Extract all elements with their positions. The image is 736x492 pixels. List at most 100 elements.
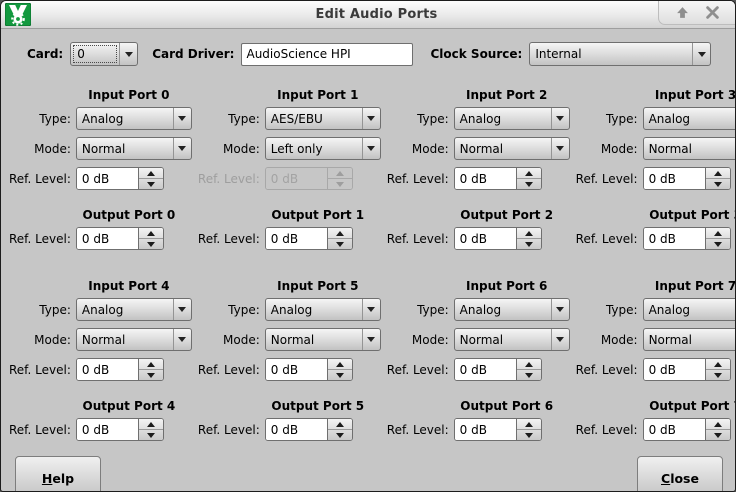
spin-down-icon[interactable] bbox=[328, 370, 352, 380]
type-value: AES/EBU bbox=[266, 108, 362, 129]
ref-level-spinbox[interactable]: 0 dB bbox=[76, 167, 164, 190]
mode-dropdown[interactable]: Left only bbox=[265, 137, 381, 160]
chevron-down-icon[interactable] bbox=[362, 299, 380, 320]
chevron-down-icon[interactable] bbox=[551, 138, 569, 159]
spin-up-icon[interactable] bbox=[139, 228, 163, 239]
spin-up-icon[interactable] bbox=[706, 228, 730, 239]
spin-up-icon[interactable] bbox=[139, 359, 163, 370]
chevron-down-icon[interactable] bbox=[362, 108, 380, 129]
ref-level-spinbox[interactable]: 0 dB bbox=[76, 227, 164, 250]
spin-down-icon[interactable] bbox=[517, 239, 541, 249]
type-dropdown[interactable]: Analog bbox=[454, 298, 570, 321]
chevron-down-icon[interactable] bbox=[692, 43, 710, 65]
type-dropdown[interactable]: Analog bbox=[643, 107, 736, 130]
chevron-down-icon[interactable] bbox=[551, 108, 569, 129]
spin-down-icon[interactable] bbox=[517, 370, 541, 380]
type-dropdown[interactable]: Analog bbox=[454, 107, 570, 130]
ref-level-value[interactable]: 0 dB bbox=[266, 228, 327, 249]
ref-level-value[interactable]: 0 dB bbox=[644, 419, 705, 440]
spin-down-icon[interactable] bbox=[328, 430, 352, 440]
mode-dropdown[interactable]: Normal bbox=[643, 137, 736, 160]
spin-up-icon[interactable] bbox=[706, 419, 730, 430]
chevron-down-icon[interactable] bbox=[173, 138, 191, 159]
chevron-down-icon[interactable] bbox=[173, 329, 191, 350]
spin-up-icon[interactable] bbox=[517, 168, 541, 179]
spin-up-icon[interactable] bbox=[139, 419, 163, 430]
spin-up-icon[interactable] bbox=[328, 419, 352, 430]
chevron-down-icon[interactable] bbox=[173, 108, 191, 129]
ref-level-spinbox[interactable]: 0 dB bbox=[76, 358, 164, 381]
ref-level-value[interactable]: 0 dB bbox=[77, 168, 138, 189]
spin-down-icon[interactable] bbox=[139, 370, 163, 380]
spin-up-icon[interactable] bbox=[328, 228, 352, 239]
ref-level-spinbox[interactable]: 0 dB bbox=[643, 418, 731, 441]
type-dropdown[interactable]: Analog bbox=[76, 107, 192, 130]
ref-level-value[interactable]: 0 dB bbox=[266, 419, 327, 440]
spin-down-icon[interactable] bbox=[328, 239, 352, 249]
spin-down-icon[interactable] bbox=[517, 179, 541, 189]
type-label: Type: bbox=[228, 112, 260, 126]
spin-down-icon[interactable] bbox=[517, 430, 541, 440]
mode-dropdown[interactable]: Normal bbox=[76, 137, 192, 160]
chevron-down-icon[interactable] bbox=[551, 329, 569, 350]
spin-up-icon[interactable] bbox=[706, 359, 730, 370]
mode-dropdown[interactable]: Normal bbox=[265, 328, 381, 351]
card-driver-field[interactable] bbox=[241, 43, 413, 66]
spin-up-icon[interactable] bbox=[139, 168, 163, 179]
clock-source-dropdown[interactable]: Internal bbox=[529, 42, 711, 66]
shade-window-button[interactable] bbox=[669, 4, 695, 22]
spin-down-icon[interactable] bbox=[139, 179, 163, 189]
spin-up-icon[interactable] bbox=[706, 168, 730, 179]
type-dropdown[interactable]: Analog bbox=[643, 298, 736, 321]
ref-level-spinbox[interactable]: 0 dB bbox=[454, 167, 542, 190]
spin-down-icon[interactable] bbox=[706, 430, 730, 440]
ref-level-value[interactable]: 0 dB bbox=[266, 359, 327, 380]
type-dropdown[interactable]: AES/EBU bbox=[265, 107, 381, 130]
ref-level-value[interactable]: 0 dB bbox=[455, 168, 516, 189]
spin-down-icon[interactable] bbox=[139, 430, 163, 440]
ref-level-spinbox[interactable]: 0 dB bbox=[454, 227, 542, 250]
spin-down-icon[interactable] bbox=[706, 239, 730, 249]
ref-level-spinbox[interactable]: 0 dB bbox=[454, 358, 542, 381]
mode-dropdown[interactable]: Normal bbox=[454, 137, 570, 160]
spin-up-icon[interactable] bbox=[517, 419, 541, 430]
ref-level-spinbox[interactable]: 0 dB bbox=[265, 227, 353, 250]
spin-up-icon[interactable] bbox=[328, 359, 352, 370]
ref-level-spinbox[interactable]: 0 dB bbox=[643, 167, 731, 190]
ref-level-value[interactable]: 0 dB bbox=[455, 359, 516, 380]
ref-level-value[interactable]: 0 dB bbox=[644, 359, 705, 380]
ref-level-value[interactable]: 0 dB bbox=[77, 359, 138, 380]
chevron-down-icon[interactable] bbox=[362, 138, 380, 159]
spin-up-icon[interactable] bbox=[517, 228, 541, 239]
ref-level-value[interactable]: 0 dB bbox=[644, 228, 705, 249]
spin-down-icon[interactable] bbox=[706, 370, 730, 380]
spin-down-icon[interactable] bbox=[139, 239, 163, 249]
type-dropdown[interactable]: Analog bbox=[76, 298, 192, 321]
chevron-down-icon[interactable] bbox=[119, 43, 137, 65]
mode-dropdown[interactable]: Normal bbox=[454, 328, 570, 351]
titlebar[interactable]: Edit Audio Ports bbox=[1, 1, 735, 29]
spin-up-icon[interactable] bbox=[517, 359, 541, 370]
mode-dropdown[interactable]: Normal bbox=[643, 328, 736, 351]
ref-level-value[interactable]: 0 dB bbox=[455, 419, 516, 440]
type-dropdown[interactable]: Analog bbox=[265, 298, 381, 321]
chevron-down-icon[interactable] bbox=[551, 299, 569, 320]
ref-level-value[interactable]: 0 dB bbox=[644, 168, 705, 189]
mode-dropdown[interactable]: Normal bbox=[76, 328, 192, 351]
chevron-down-icon[interactable] bbox=[173, 299, 191, 320]
ref-level-spinbox[interactable]: 0 dB bbox=[265, 358, 353, 381]
close-button[interactable]: Close bbox=[637, 456, 723, 492]
ref-level-value[interactable]: 0 dB bbox=[455, 228, 516, 249]
chevron-down-icon[interactable] bbox=[362, 329, 380, 350]
ref-level-spinbox[interactable]: 0 dB bbox=[643, 227, 731, 250]
card-dropdown[interactable]: 0 bbox=[70, 42, 138, 66]
help-button[interactable]: Help bbox=[15, 456, 101, 492]
spin-down-icon[interactable] bbox=[706, 179, 730, 189]
close-window-button[interactable] bbox=[699, 4, 725, 22]
ref-level-value[interactable]: 0 dB bbox=[77, 419, 138, 440]
ref-level-spinbox[interactable]: 0 dB bbox=[454, 418, 542, 441]
ref-level-value[interactable]: 0 dB bbox=[77, 228, 138, 249]
ref-level-spinbox[interactable]: 0 dB bbox=[643, 358, 731, 381]
ref-level-spinbox[interactable]: 0 dB bbox=[265, 418, 353, 441]
ref-level-spinbox[interactable]: 0 dB bbox=[76, 418, 164, 441]
